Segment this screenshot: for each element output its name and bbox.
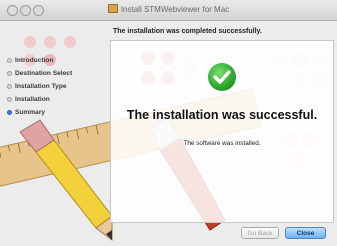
- step-label: Installation: [15, 96, 50, 103]
- installer-steps-sidebar: Introduction Destination Select Installa…: [6, 54, 96, 119]
- step-installation-type: Installation Type: [6, 80, 96, 93]
- step-bullet-icon: [7, 84, 12, 89]
- installer-status-header: The installation was completed successfu…: [105, 26, 337, 38]
- success-headline: The installation was successful.: [126, 108, 318, 122]
- checkmark-glyph-icon: [213, 70, 231, 84]
- status-text: The installation was completed successfu…: [113, 28, 262, 35]
- title-bar[interactable]: Install STMWebviewer for Mac: [0, 0, 337, 21]
- step-bullet-icon: [7, 71, 12, 76]
- window-title-text: Install STMWebviewer for Mac: [120, 5, 230, 14]
- step-destination-select: Destination Select: [6, 67, 96, 80]
- step-label: Installation Type: [15, 83, 67, 90]
- installer-window: Install STMWebviewer for Mac The install…: [0, 0, 337, 246]
- step-introduction: Introduction: [6, 54, 96, 67]
- step-label: Introduction: [15, 57, 54, 64]
- step-summary: Summary: [6, 106, 96, 119]
- summary-panel: The installation was successful. The sof…: [110, 40, 334, 223]
- go-back-button[interactable]: Go Back: [241, 227, 279, 239]
- close-button[interactable]: Close: [285, 227, 326, 239]
- window-title: Install STMWebviewer for Mac: [0, 4, 337, 16]
- step-installation: Installation: [6, 93, 96, 106]
- success-message: The software was installed.: [183, 140, 261, 147]
- package-icon: [107, 4, 118, 13]
- step-bullet-icon: [7, 97, 12, 102]
- success-checkmark-icon: [208, 63, 236, 91]
- step-bullet-active-icon: [7, 110, 12, 115]
- step-bullet-icon: [7, 58, 12, 63]
- step-label: Destination Select: [15, 70, 73, 77]
- step-label: Summary: [15, 109, 46, 116]
